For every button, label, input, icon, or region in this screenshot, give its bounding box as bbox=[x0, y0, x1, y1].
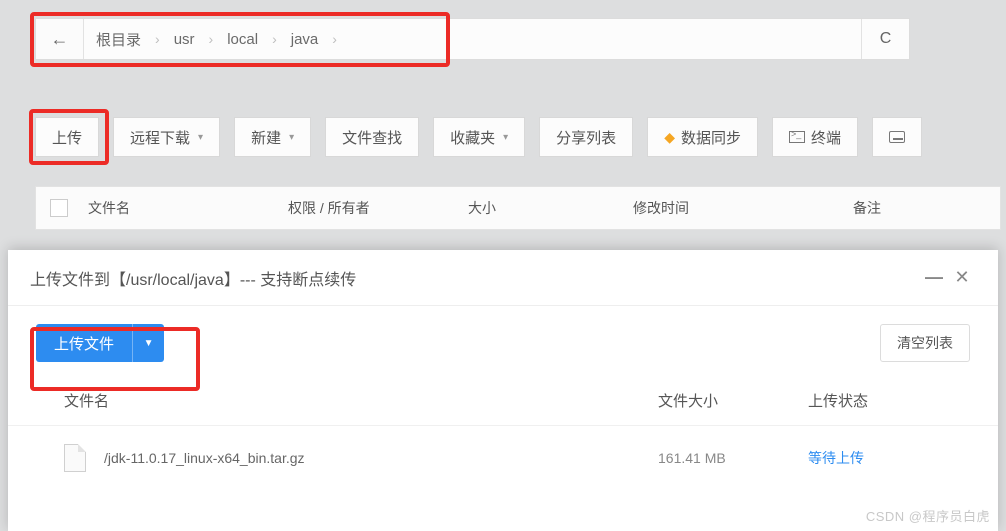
caret-down-icon: ▼ bbox=[144, 338, 154, 349]
toolbar: 上传 远程下载 ▾ 新建 ▾ 文件查找 收藏夹 ▾ 分享列表 ◆ 数据同步 终端 bbox=[35, 117, 922, 157]
upload-row-status: 等待上传 bbox=[808, 448, 968, 468]
upload-file-dropdown[interactable]: ▼ bbox=[132, 324, 164, 362]
col-note[interactable]: 备注 bbox=[853, 198, 1000, 218]
chevron-right-icon: › bbox=[264, 31, 285, 47]
file-icon bbox=[64, 444, 86, 472]
breadcrumb-root[interactable]: 根目录 bbox=[96, 29, 141, 50]
terminal-button[interactable]: 终端 bbox=[772, 117, 858, 157]
refresh-button[interactable]: C bbox=[861, 19, 909, 59]
breadcrumb-item-java[interactable]: java bbox=[291, 31, 319, 48]
upload-list-row[interactable]: /jdk-11.0.17_linux-x64_bin.tar.gz 161.41… bbox=[8, 426, 998, 490]
upload-row-name: /jdk-11.0.17_linux-x64_bin.tar.gz bbox=[104, 450, 658, 466]
disk-icon bbox=[889, 131, 905, 143]
refresh-icon: C bbox=[880, 30, 892, 48]
breadcrumb-item-local[interactable]: local bbox=[227, 31, 258, 48]
clear-list-button[interactable]: 清空列表 bbox=[880, 324, 970, 362]
clear-list-label: 清空列表 bbox=[897, 333, 953, 353]
close-icon: ✕ bbox=[954, 267, 969, 287]
upload-file-label: 上传文件 bbox=[54, 333, 114, 354]
breadcrumb-path[interactable]: 根目录 › usr › local › java › bbox=[84, 19, 861, 59]
terminal-icon bbox=[789, 131, 805, 143]
chevron-down-icon: ▾ bbox=[198, 132, 203, 143]
upload-col-name: 文件名 bbox=[64, 390, 658, 411]
toolbar-label: 分享列表 bbox=[556, 127, 616, 148]
modal-toolbar: 上传文件 ▼ 清空列表 bbox=[8, 306, 998, 380]
arrow-left-icon: ← bbox=[51, 29, 69, 50]
modal-title: 上传文件到【/usr/local/java】--- 支持断点续传 bbox=[30, 266, 920, 290]
file-search-button[interactable]: 文件查找 bbox=[325, 117, 419, 157]
file-table-header: 文件名 权限 / 所有者 大小 修改时间 备注 bbox=[35, 186, 1001, 230]
minimize-button[interactable]: — bbox=[920, 267, 948, 288]
breadcrumb: ← 根目录 › usr › local › java › C bbox=[35, 18, 910, 60]
col-size[interactable]: 大小 bbox=[468, 198, 633, 218]
upload-modal: 上传文件到【/usr/local/java】--- 支持断点续传 — ✕ 上传文… bbox=[8, 250, 998, 531]
upload-col-size: 文件大小 bbox=[658, 390, 808, 411]
upload-file-split-button: 上传文件 ▼ bbox=[36, 324, 164, 362]
upload-file-button[interactable]: 上传文件 bbox=[36, 324, 132, 362]
toolbar-label: 终端 bbox=[811, 127, 841, 148]
breadcrumb-item-usr[interactable]: usr bbox=[174, 31, 195, 48]
chevron-right-icon: › bbox=[201, 31, 222, 47]
upload-button[interactable]: 上传 bbox=[35, 117, 99, 157]
modal-titlebar: 上传文件到【/usr/local/java】--- 支持断点续传 — ✕ bbox=[8, 250, 998, 306]
data-sync-button[interactable]: ◆ 数据同步 bbox=[647, 117, 758, 157]
toolbar-label: 新建 bbox=[251, 127, 281, 148]
select-all-checkbox[interactable] bbox=[50, 199, 68, 217]
close-button[interactable]: ✕ bbox=[948, 267, 976, 288]
upload-list-header: 文件名 文件大小 上传状态 bbox=[8, 380, 998, 426]
chevron-right-icon: › bbox=[324, 31, 345, 47]
toolbar-label: 远程下载 bbox=[130, 127, 190, 148]
chevron-down-icon: ▾ bbox=[503, 132, 508, 143]
watermark: CSDN @程序员白虎 bbox=[866, 506, 990, 525]
new-button[interactable]: 新建 ▾ bbox=[234, 117, 311, 157]
col-filename[interactable]: 文件名 bbox=[88, 198, 288, 218]
favorites-button[interactable]: 收藏夹 ▾ bbox=[433, 117, 525, 157]
chevron-down-icon: ▾ bbox=[289, 132, 294, 143]
disk-button[interactable] bbox=[872, 117, 922, 157]
toolbar-label: 文件查找 bbox=[342, 127, 402, 148]
upload-row-size: 161.41 MB bbox=[658, 450, 808, 466]
back-button[interactable]: ← bbox=[36, 19, 84, 59]
chevron-right-icon: › bbox=[147, 31, 168, 47]
remote-download-button[interactable]: 远程下载 ▾ bbox=[113, 117, 220, 157]
col-perm-owner[interactable]: 权限 / 所有者 bbox=[288, 198, 468, 218]
toolbar-label: 上传 bbox=[52, 127, 82, 148]
toolbar-label: 收藏夹 bbox=[450, 127, 495, 148]
toolbar-label: 数据同步 bbox=[681, 127, 741, 148]
upload-col-status: 上传状态 bbox=[808, 390, 968, 411]
share-list-button[interactable]: 分享列表 bbox=[539, 117, 633, 157]
diamond-icon: ◆ bbox=[664, 129, 675, 146]
col-mtime[interactable]: 修改时间 bbox=[633, 198, 853, 218]
